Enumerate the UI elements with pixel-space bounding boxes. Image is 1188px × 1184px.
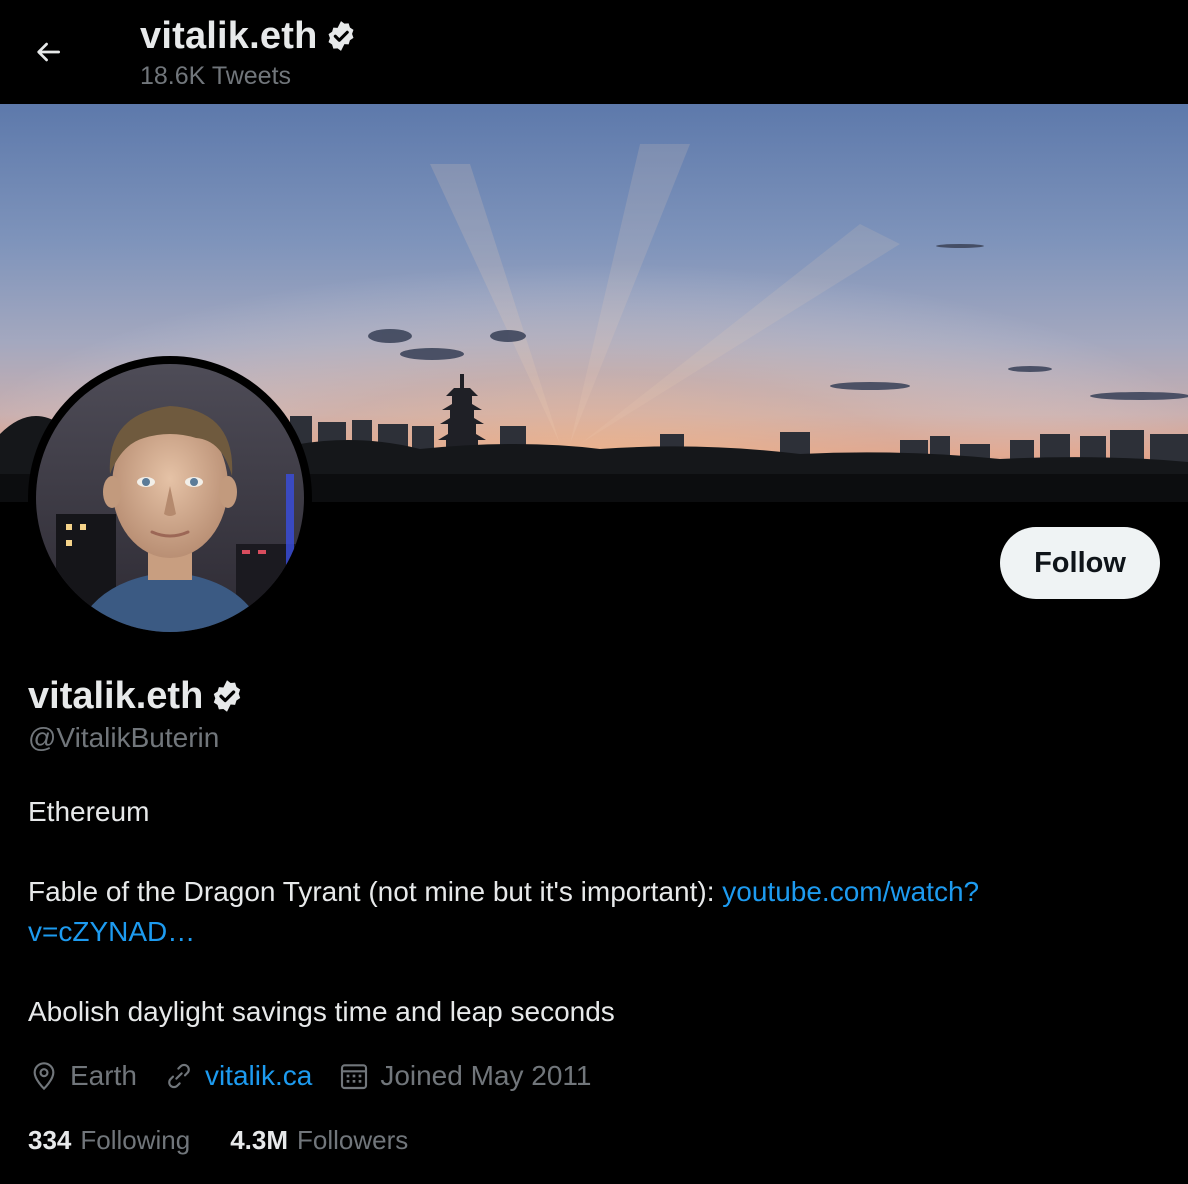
- arrow-left-icon: [37, 42, 60, 62]
- followers-label: Followers: [297, 1124, 409, 1155]
- following-count: 334: [28, 1124, 72, 1155]
- bio-line-3: v=cZYNAD…: [28, 912, 195, 952]
- website-item: vitalik.ca: [163, 1060, 312, 1092]
- following-link[interactable]: 334 Following: [28, 1125, 190, 1156]
- avatar-photo: [36, 364, 304, 632]
- website-link[interactable]: vitalik.ca: [205, 1060, 312, 1092]
- follow-counts-row: 334 Following 4.3M Followers: [28, 1120, 448, 1160]
- link-icon: [168, 1063, 190, 1089]
- header-tweet-count: 18.6K Tweets: [140, 62, 292, 90]
- bio-youtube-link-continued[interactable]: v=cZYNAD…: [28, 916, 195, 947]
- header-title-row: vitalik.eth: [140, 12, 358, 60]
- following-label: Following: [80, 1124, 191, 1155]
- verified-badge-icon: [324, 19, 358, 53]
- back-button[interactable]: [24, 28, 72, 76]
- profile-display-name: vitalik.eth: [28, 674, 204, 717]
- profile-header-bar: vitalik.eth 18.6K Tweets: [0, 0, 1188, 104]
- bio-line-4: Abolish daylight savings time and leap s…: [28, 996, 615, 1027]
- calendar-icon: [341, 1064, 368, 1090]
- bio-line-2: Fable of the Dragon Tyrant (not mine but…: [28, 872, 979, 912]
- location-item: Earth: [28, 1060, 137, 1092]
- bio-youtube-link[interactable]: youtube.com/watch?: [722, 876, 979, 907]
- location-text: Earth: [70, 1060, 137, 1091]
- follow-button[interactable]: Follow: [1000, 527, 1160, 599]
- profile-handle: @VitalikButerin: [28, 722, 220, 753]
- joined-item: Joined May 2011: [338, 1060, 592, 1092]
- bio-text: Fable of the Dragon Tyrant (not mine but…: [28, 876, 723, 907]
- followers-link[interactable]: 4.3M Followers: [230, 1125, 408, 1156]
- location-pin-icon: [33, 1062, 55, 1091]
- joined-date: Joined May 2011: [380, 1060, 592, 1091]
- followers-count: 4.3M: [230, 1124, 289, 1155]
- bio-line-1: Ethereum: [28, 796, 150, 827]
- profile-meta-row: Earth vitalik.ca Joined May 2011: [28, 1056, 618, 1096]
- profile-avatar[interactable]: [28, 356, 312, 640]
- header-display-name: vitalik.eth: [140, 14, 318, 57]
- profile-name-row: vitalik.eth: [28, 672, 245, 720]
- verified-badge-icon: [209, 678, 245, 714]
